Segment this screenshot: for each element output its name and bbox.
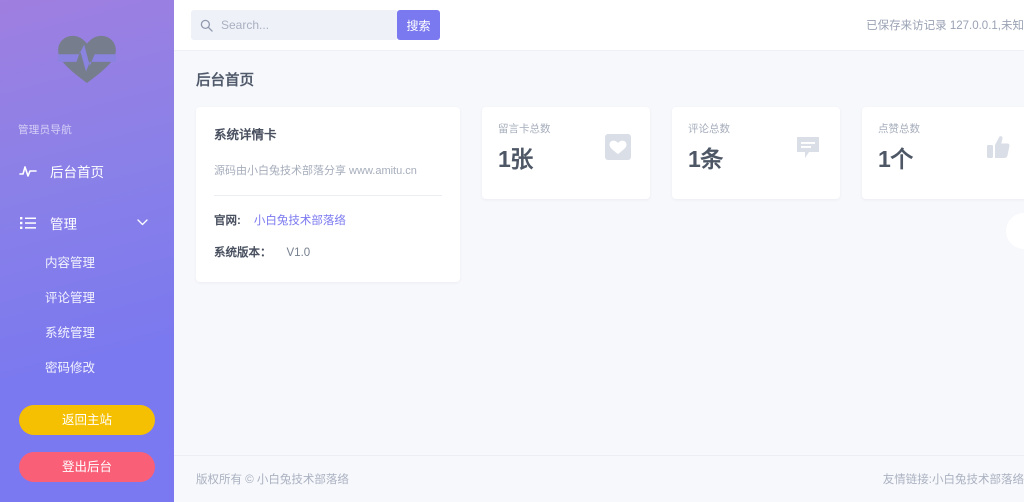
detail-row-version: 系统版本： V1.0 [214,244,442,260]
logo [0,0,174,118]
topbar: 搜索 已保存来访记录 127.0.0.1,未知 [174,0,1024,51]
website-label: 官网: [214,215,241,227]
detail-card-title: 系统详情卡 [214,128,277,142]
chevron-down-icon[interactable] [137,218,148,229]
search-button[interactable]: 搜索 [397,10,440,40]
sidebar-subitem-password[interactable]: 密码修改 [0,355,174,381]
heart-icon [604,133,632,161]
list-menu-icon [18,213,38,233]
footer-links[interactable]: 友情链接:小白兔技术部落络 [883,471,1024,487]
return-to-site-button[interactable]: 返回主站 [19,405,155,435]
footer-copyright: 版权所有 © 小白兔技术部落络 [196,474,349,486]
comment-icon [794,133,822,161]
sidebar-item-label: 管理 [50,217,77,232]
page-title: 后台首页 [196,73,254,89]
detail-row-website: 官网: 小白兔技术部落络 [214,212,442,228]
search-input[interactable] [221,18,381,32]
thumbs-up-icon [984,133,1012,161]
version-value: V1.0 [286,247,311,259]
heartbeat-pulse-icon [58,35,116,84]
sidebar-item-management[interactable]: 管理 [0,205,174,241]
detail-card-subtitle: 源码由小白兔技术部落分享 www.amitu.cn [214,162,442,196]
stat-card-comments[interactable]: 评论总数 1条 [672,107,840,199]
cards-row: 系统详情卡 源码由小白兔技术部落分享 www.amitu.cn 官网: 小白兔技… [196,107,1024,282]
search-container [191,10,398,40]
version-label: 系统版本： [214,247,272,259]
sidebar: 管理员导航 后台首页 管理 内容管理 评论管理 系统管理 密码修改 返回主站 登… [0,0,174,502]
activity-pulse-icon [18,161,38,181]
sidebar-item-dashboard[interactable]: 后台首页 [0,153,174,189]
stat-card-likes[interactable]: 点赞总数 1个 [862,107,1024,199]
content-area: 后台首页 系统详情卡 源码由小白兔技术部落分享 www.amitu.cn 官网:… [174,51,1024,455]
sidebar-item-label: 后台首页 [50,165,104,180]
system-detail-card: 系统详情卡 源码由小白兔技术部落分享 www.amitu.cn 官网: 小白兔技… [196,107,460,282]
main-area: 搜索 已保存来访记录 127.0.0.1,未知 后台首页 系统详情卡 源码由小白… [174,0,1024,502]
stat-card-messages[interactable]: 留言卡总数 1张 [482,107,650,199]
logout-button[interactable]: 登出后台 [19,452,155,482]
sidebar-nav-title: 管理员导航 [18,124,72,136]
visit-record-note: 已保存来访记录 127.0.0.1,未知 [866,20,1024,32]
search-icon [191,19,221,32]
website-link[interactable]: 小白兔技术部落络 [254,212,346,228]
sidebar-subitem-comments[interactable]: 评论管理 [0,285,174,311]
sidebar-subitem-system[interactable]: 系统管理 [0,320,174,346]
admin-dashboard: 管理员导航 后台首页 管理 内容管理 评论管理 系统管理 密码修改 返回主站 登… [0,0,1024,502]
footer: 版权所有 © 小白兔技术部落络 友情链接:小白兔技术部落络 [174,455,1024,502]
sidebar-subitem-content[interactable]: 内容管理 [0,250,174,276]
